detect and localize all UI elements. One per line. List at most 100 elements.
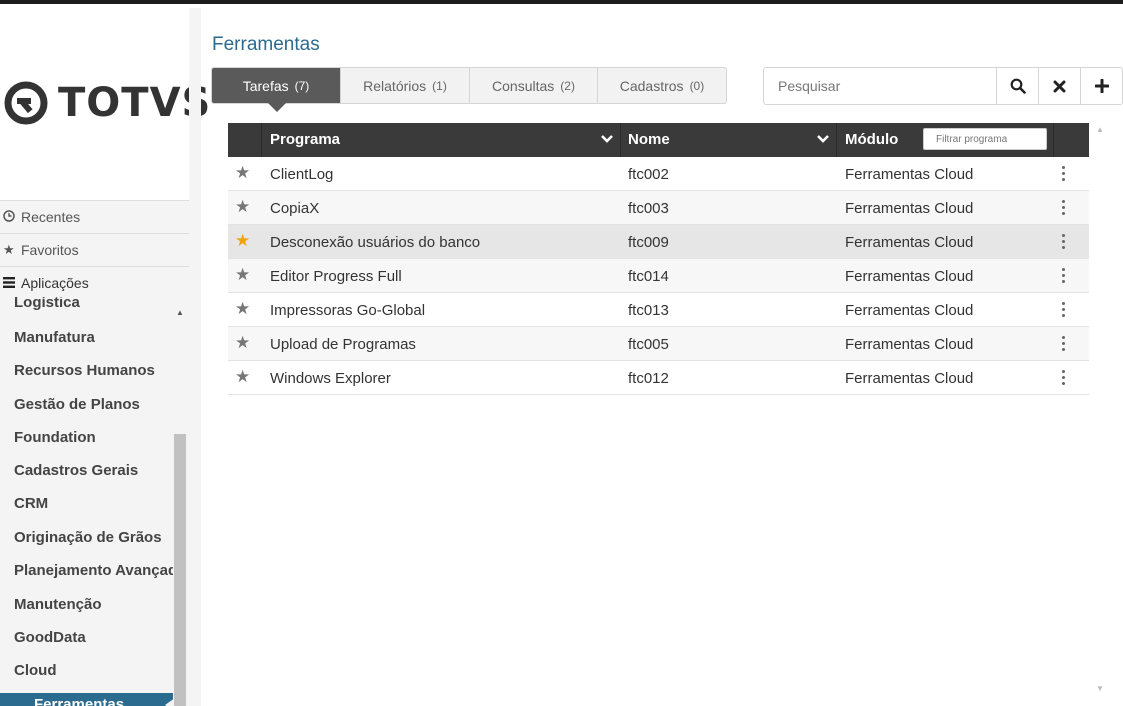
tab-relatorios[interactable]: Relatórios (1) xyxy=(341,68,470,103)
totvs-logo-icon xyxy=(4,81,48,125)
menu-item-cadastros-gerais[interactable]: Cadastros Gerais xyxy=(14,462,174,479)
cell-modulo: Ferramentas Cloud xyxy=(845,268,974,285)
tab-count: (1) xyxy=(432,78,447,93)
tab-label: Cadastros xyxy=(619,77,684,94)
column-separator xyxy=(836,123,837,157)
cell-modulo: Ferramentas Cloud xyxy=(845,302,974,319)
tab-label: Consultas xyxy=(492,77,555,94)
table-row[interactable]: ★ ClientLog ftc002 Ferramentas Cloud xyxy=(228,157,1089,191)
menu-item-originacao-de-graos[interactable]: Originação de Grãos xyxy=(14,529,174,546)
plus-icon xyxy=(1094,79,1109,93)
cell-programa: Impressoras Go-Global xyxy=(270,302,426,319)
favorite-star-icon[interactable]: ★ xyxy=(235,334,250,352)
cell-nome: ftc014 xyxy=(628,268,669,285)
scroll-up-icon[interactable]: ▲ xyxy=(176,308,184,317)
cell-nome: ftc012 xyxy=(628,370,669,387)
menu-item-foundation[interactable]: Foundation xyxy=(14,429,174,446)
table-row[interactable]: ★ Windows Explorer ftc012 Ferramentas Cl… xyxy=(228,361,1089,395)
table-row[interactable]: ★ Upload de Programas ftc005 Ferramentas… xyxy=(228,327,1089,361)
sidebar-section-favoritos[interactable]: ★ Favoritos xyxy=(0,233,189,266)
column-header-nome[interactable]: Nome xyxy=(628,123,670,157)
star-icon: ★ xyxy=(3,242,15,257)
cell-nome: ftc009 xyxy=(628,234,669,251)
tab-count: (7) xyxy=(294,78,310,93)
tab-tarefas[interactable]: Tarefas (7) xyxy=(212,68,341,112)
sidebar-section-label: Aplicações xyxy=(21,275,89,291)
menu-item-crm[interactable]: CRM xyxy=(14,495,174,512)
menu-item-planejamento-avancado[interactable]: Planejamento Avançado xyxy=(14,562,174,579)
add-button[interactable] xyxy=(1080,68,1122,104)
application-menu: Logística Manufatura Recursos Humanos Ge… xyxy=(0,297,189,706)
scroll-up-icon[interactable]: ▲ xyxy=(1096,125,1104,134)
tab-cadastros[interactable]: Cadastros (0) xyxy=(598,68,726,103)
favorite-star-icon[interactable]: ★ xyxy=(235,232,250,250)
table-row[interactable]: ★ CopiaX ftc003 Ferramentas Cloud xyxy=(228,191,1089,225)
grid-scrollbar[interactable]: ▲ ▼ xyxy=(1090,123,1110,695)
menu-item-recursos-humanos[interactable]: Recursos Humanos xyxy=(14,362,174,379)
sidebar-section-aplicacoes[interactable]: Aplicações xyxy=(0,266,189,299)
tab-label: Relatórios xyxy=(363,77,427,94)
sidebar-divider xyxy=(189,8,201,706)
grid-header-favorite-col xyxy=(228,123,262,157)
cell-programa: Windows Explorer xyxy=(270,370,391,387)
chevron-down-icon[interactable] xyxy=(600,132,614,146)
cell-modulo: Ferramentas Cloud xyxy=(845,200,974,217)
totvs-logo[interactable]: TOTVS xyxy=(4,80,211,126)
cell-programa: Editor Progress Full xyxy=(270,268,402,285)
table-row[interactable]: ★ Desconexão usuários do banco ftc009 Fe… xyxy=(228,225,1089,259)
cell-nome: ftc005 xyxy=(628,336,669,353)
cell-nome: ftc002 xyxy=(628,166,669,183)
clock-icon xyxy=(3,209,19,225)
menu-item-ferramentas[interactable]: Ferramentas xyxy=(0,693,175,706)
cell-modulo: Ferramentas Cloud xyxy=(845,336,974,353)
menu-item-cloud[interactable]: Cloud xyxy=(14,662,174,679)
favorite-star-icon[interactable]: ★ xyxy=(235,300,250,318)
menu-item-gooddata[interactable]: GoodData xyxy=(14,629,174,646)
scroll-down-icon[interactable]: ▼ xyxy=(1096,684,1104,693)
menu-item-gestao-de-planos[interactable]: Gestão de Planos xyxy=(14,396,174,413)
column-separator xyxy=(620,123,621,157)
cell-nome: ftc003 xyxy=(628,200,669,217)
search-box xyxy=(763,67,1123,105)
favorite-star-icon[interactable]: ★ xyxy=(235,266,250,284)
column-header-modulo[interactable]: Módulo xyxy=(845,123,898,157)
cell-programa: Upload de Programas xyxy=(270,336,416,353)
cell-modulo: Ferramentas Cloud xyxy=(845,234,974,251)
menu-item-manutencao[interactable]: Manutenção xyxy=(14,596,174,613)
tab-bar: Tarefas (7) Relatórios (1) Consultas (2)… xyxy=(211,67,727,112)
cell-programa: ClientLog xyxy=(270,166,334,183)
favorite-star-icon[interactable]: ★ xyxy=(235,198,250,216)
sidebar-section-recentes[interactable]: Recentes xyxy=(0,200,189,233)
sidebar-scrollbar[interactable]: ▲ xyxy=(173,302,187,706)
menu-item-manufatura[interactable]: Manufatura xyxy=(14,329,174,346)
table-row[interactable]: ★ Impressoras Go-Global ftc013 Ferrament… xyxy=(228,293,1089,327)
search-icon xyxy=(1010,78,1026,94)
kebab-menu-icon[interactable] xyxy=(1062,200,1068,216)
kebab-menu-icon[interactable] xyxy=(1062,234,1068,250)
grid-header: Programa Nome Módulo xyxy=(228,123,1089,157)
search-input[interactable] xyxy=(764,68,996,104)
kebab-menu-icon[interactable] xyxy=(1062,166,1068,182)
scrollbar-thumb[interactable] xyxy=(174,434,186,706)
favorite-star-icon[interactable]: ★ xyxy=(235,164,250,182)
clear-button[interactable] xyxy=(1038,68,1080,104)
kebab-menu-icon[interactable] xyxy=(1062,370,1068,386)
tab-count: (2) xyxy=(560,78,575,93)
sidebar-section-label: Recentes xyxy=(21,209,81,225)
kebab-menu-icon[interactable] xyxy=(1062,268,1068,284)
tab-label: Tarefas xyxy=(242,77,289,94)
favorite-star-icon[interactable]: ★ xyxy=(235,368,250,386)
chevron-down-icon[interactable] xyxy=(816,132,830,146)
filter-programa-input[interactable] xyxy=(923,128,1047,150)
column-header-programa[interactable]: Programa xyxy=(270,123,340,157)
cell-programa: CopiaX xyxy=(270,200,320,217)
logo-area: TOTVS xyxy=(0,8,210,190)
tab-count: (0) xyxy=(689,78,705,93)
kebab-menu-icon[interactable] xyxy=(1062,336,1068,352)
search-button[interactable] xyxy=(996,68,1038,104)
kebab-menu-icon[interactable] xyxy=(1062,302,1068,318)
table-row[interactable]: ★ Editor Progress Full ftc014 Ferramenta… xyxy=(228,259,1089,293)
tab-consultas[interactable]: Consultas (2) xyxy=(470,68,598,103)
sidebar-section-label: Favoritos xyxy=(21,242,79,258)
menu-item-logistica[interactable]: Logística xyxy=(14,297,174,311)
